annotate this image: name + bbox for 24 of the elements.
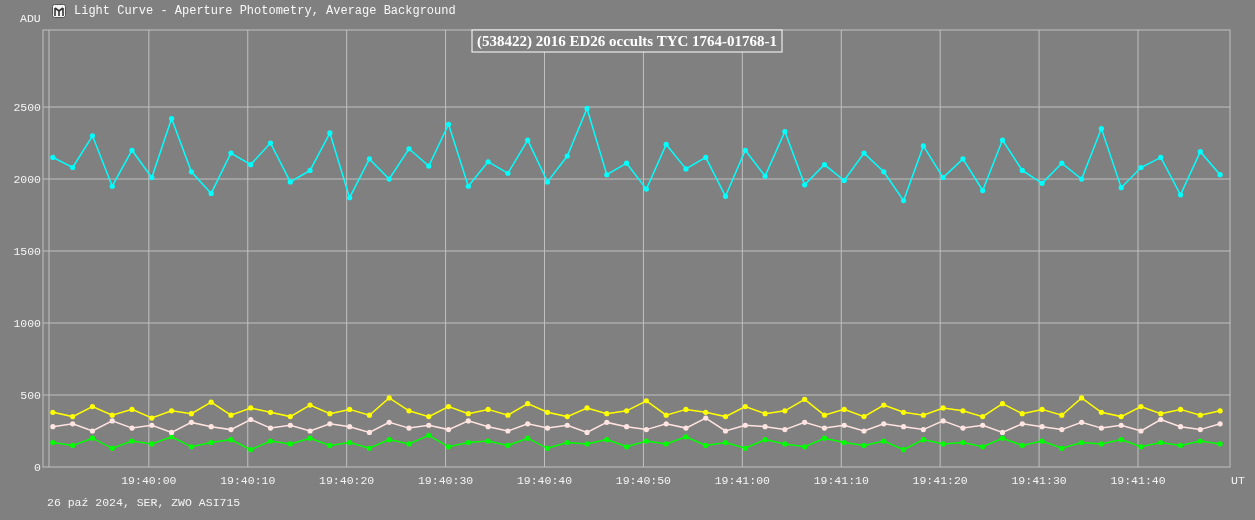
x-tick-label: 19:40:00	[121, 474, 177, 487]
x-tick-label: 19:41:10	[813, 474, 869, 487]
y-tick-label: 1500	[13, 245, 41, 258]
x-tick-label: 19:40:40	[516, 474, 573, 487]
chart-title: (538422) 2016 ED26 occults TYC 1764-01768-1	[471, 29, 783, 53]
y-tick-label: 1000	[13, 317, 41, 330]
footer-text: 26 paź 2024, SER, ZWO ASI715	[46, 496, 242, 509]
x-tick-label: 19:40:10	[220, 474, 276, 487]
app-icon	[52, 4, 66, 18]
x-tick-label: 19:41:00	[714, 474, 770, 487]
x-axis-label: UT	[1231, 474, 1245, 487]
y-tick-label: 2500	[13, 101, 41, 115]
y-axis-label: ADU	[20, 12, 41, 25]
x-tick-label: 19:41:20	[912, 474, 968, 487]
y-tick-label: 500	[20, 389, 41, 402]
chart-title: (538422) 2016 ED26 occults TYC 1764-01768-1	[476, 33, 778, 50]
window-title: Light Curve - Aperture Photometry, Average Background	[74, 4, 456, 18]
x-tick-label: 19:40:30	[418, 474, 474, 487]
x-tick-label: 19:41:40	[1110, 474, 1166, 487]
x-tick-label: 19:40:50	[615, 474, 672, 487]
x-tick-label: 19:41:30	[1011, 474, 1067, 487]
y-tick-label: 0	[34, 461, 41, 474]
x-tick-label: 19:40:20	[319, 474, 375, 487]
y-tick-label: 2000	[13, 173, 41, 187]
